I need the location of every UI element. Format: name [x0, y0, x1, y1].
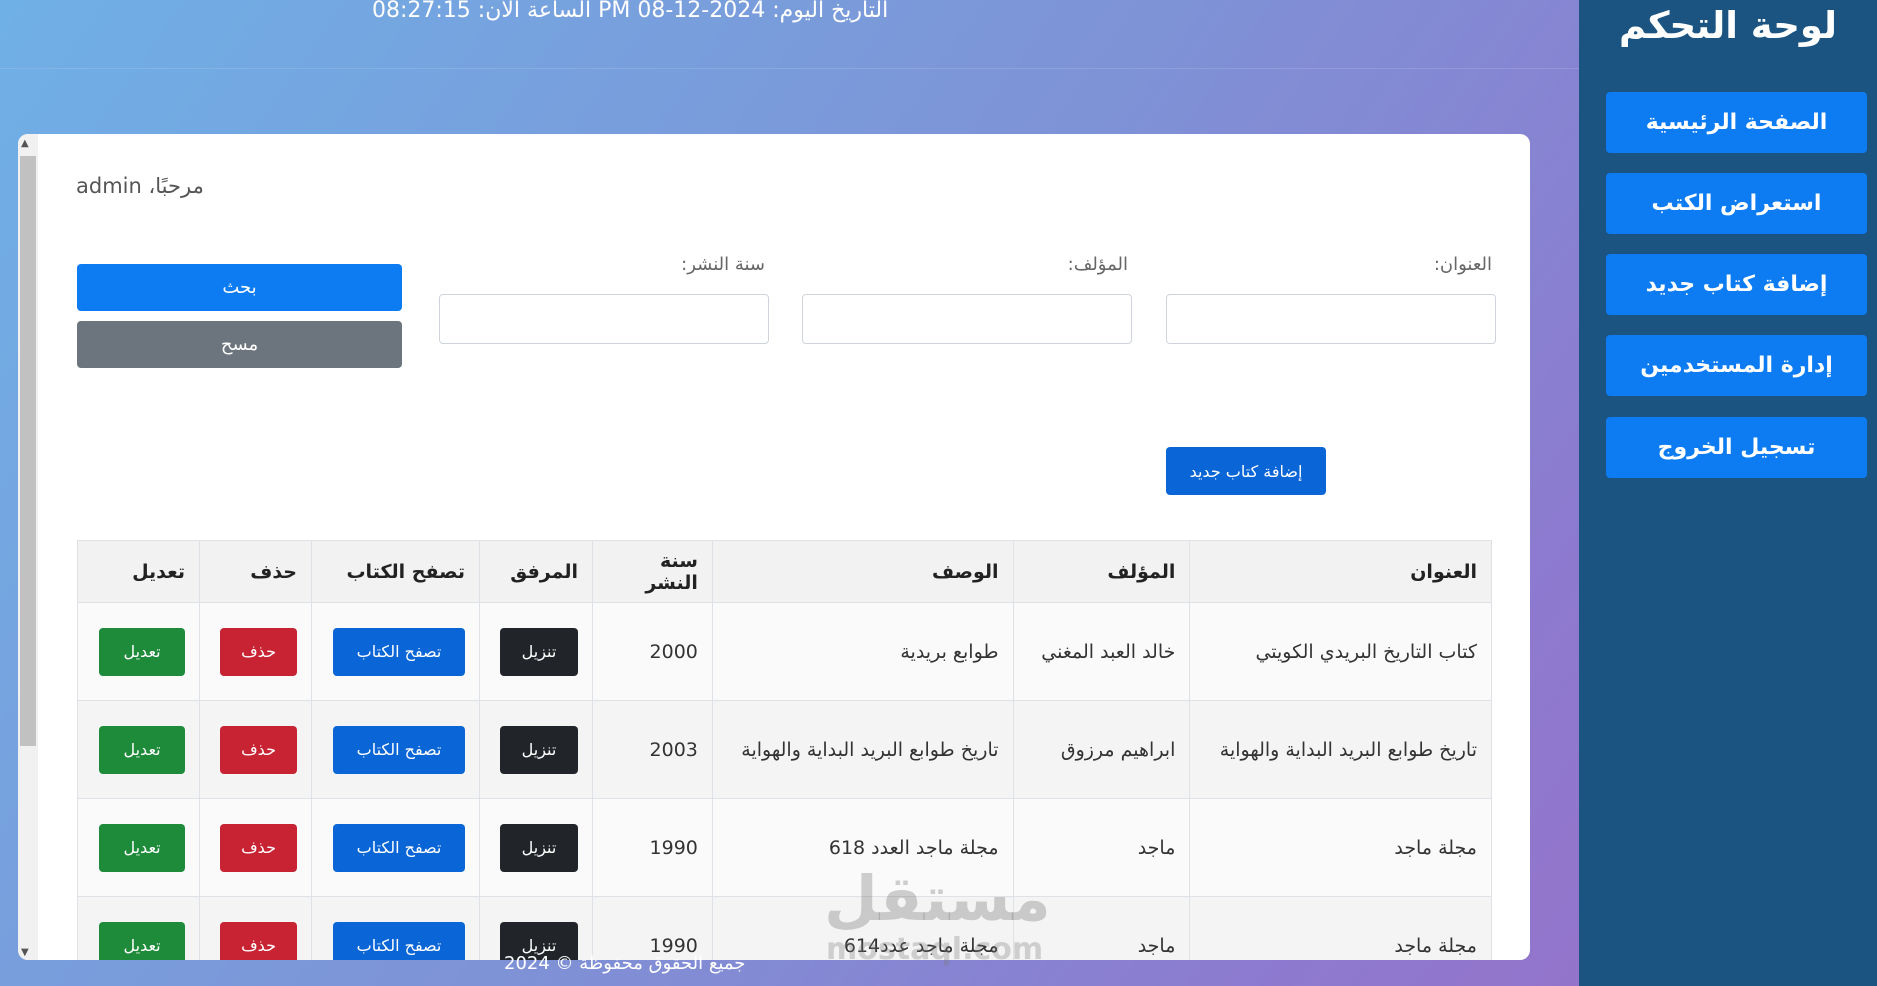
cell-delete: حذف	[199, 602, 313, 701]
cell-attachment: تنزيل	[479, 896, 593, 960]
year-input[interactable]	[439, 294, 769, 344]
edit-button[interactable]: تعديل	[99, 823, 186, 872]
main-card: ▲ ▼ مرحبًا، admin العنوان: المؤلف: سنة ا…	[18, 134, 1530, 960]
cell-delete: حذف	[199, 700, 313, 799]
header-delete: حذف	[199, 540, 313, 603]
browse-book-button[interactable]: تصفح الكتاب	[333, 725, 465, 774]
author-input[interactable]	[802, 294, 1132, 344]
cell-author: ماجد	[1012, 798, 1191, 897]
cell-attachment: تنزيل	[479, 700, 593, 799]
delete-button[interactable]: حذف	[220, 725, 298, 774]
delete-button[interactable]: حذف	[220, 627, 298, 676]
header-title: العنوان	[1189, 540, 1492, 603]
title-input[interactable]	[1166, 294, 1496, 344]
cell-description: طوابع بريدية	[711, 602, 1014, 701]
table-row: كتاب التاريخ البريدي الكويتي خالد العبد …	[76, 602, 1492, 701]
edit-button[interactable]: تعديل	[99, 627, 186, 676]
cell-browse: تصفح الكتاب	[311, 602, 480, 701]
browse-book-button[interactable]: تصفح الكتاب	[333, 823, 465, 872]
cell-edit: تعديل	[76, 798, 201, 897]
header-attachment: المرفق	[479, 540, 593, 603]
header-year: سنة النشر	[591, 540, 713, 603]
cell-title: تاريخ طوابع البريد البداية والهواية	[1189, 700, 1492, 799]
cell-edit: تعديل	[76, 602, 201, 701]
author-label: المؤلف:	[1067, 254, 1128, 275]
table-row: تاريخ طوابع البريد البداية والهواية ابرا…	[76, 700, 1492, 799]
header-edit: تعديل	[76, 540, 201, 603]
cell-year: 2000	[591, 602, 713, 701]
cell-delete: حذف	[199, 896, 313, 960]
browse-book-button[interactable]: تصفح الكتاب	[333, 627, 465, 676]
scroll-up-arrow-icon[interactable]: ▲	[21, 138, 29, 149]
cell-author: ابراهيم مرزوق	[1012, 700, 1191, 799]
search-button[interactable]: بحث	[77, 264, 402, 311]
cell-description: تاريخ طوابع البريد البداية والهواية	[711, 700, 1014, 799]
table-row: مجلة ماجد ماجد مجلة ماجد عدد614 1990 تنز…	[76, 896, 1492, 960]
cell-description: مجلة ماجد عدد614	[711, 896, 1014, 960]
edit-button[interactable]: تعديل	[99, 725, 186, 774]
scroll-down-arrow-icon[interactable]: ▼	[21, 947, 29, 958]
cell-attachment: تنزيل	[479, 602, 593, 701]
browse-book-button[interactable]: تصفح الكتاب	[333, 921, 465, 960]
download-button[interactable]: تنزيل	[499, 627, 578, 676]
cell-year: 2003	[591, 700, 713, 799]
books-table: العنوان المؤلف الوصف سنة النشر المرفق تص…	[76, 540, 1492, 960]
clear-button[interactable]: مسح	[77, 321, 402, 368]
clock-date-text: الساعة الآن: 08:27:15 PM التاريخ اليوم: …	[372, 0, 889, 23]
nav-add-book-button[interactable]: إضافة كتاب جديد	[1606, 254, 1867, 315]
table-header-row: العنوان المؤلف الوصف سنة النشر المرفق تص…	[76, 540, 1492, 603]
download-button[interactable]: تنزيل	[499, 823, 578, 872]
cell-edit: تعديل	[76, 700, 201, 799]
top-bar: الساعة الآن: 08:27:15 PM التاريخ اليوم: …	[0, 0, 1579, 69]
cell-browse: تصفح الكتاب	[311, 798, 480, 897]
cell-attachment: تنزيل	[479, 798, 593, 897]
table-row: مجلة ماجد ماجد مجلة ماجد العدد 618 1990 …	[76, 798, 1492, 897]
edit-button[interactable]: تعديل	[99, 921, 186, 960]
nav-manage-users-button[interactable]: إدارة المستخدمين	[1606, 335, 1867, 396]
cell-year: 1990	[591, 798, 713, 897]
footer-copyright: جميع الحقوق محفوظة © 2024	[504, 953, 746, 974]
sidebar: لوحة التحكم الصفحة الرئيسية استعراض الكت…	[1579, 0, 1877, 986]
cell-edit: تعديل	[76, 896, 201, 960]
title-label: العنوان:	[1433, 254, 1492, 275]
cell-browse: تصفح الكتاب	[311, 896, 480, 960]
delete-button[interactable]: حذف	[220, 823, 298, 872]
cell-author: ماجد	[1012, 896, 1191, 960]
cell-browse: تصفح الكتاب	[311, 700, 480, 799]
nav-home-button[interactable]: الصفحة الرئيسية	[1606, 92, 1867, 153]
download-button[interactable]: تنزيل	[499, 725, 578, 774]
cell-title: مجلة ماجد	[1189, 798, 1492, 897]
welcome-text: مرحبًا، admin	[76, 174, 204, 198]
cell-description: مجلة ماجد العدد 618	[711, 798, 1014, 897]
cell-author: خالد العبد المغني	[1012, 602, 1191, 701]
cell-delete: حذف	[199, 798, 313, 897]
add-book-button[interactable]: إضافة كتاب جديد	[1166, 447, 1326, 495]
cell-title: مجلة ماجد	[1189, 896, 1492, 960]
scroll-thumb[interactable]	[20, 156, 36, 746]
cell-title: كتاب التاريخ البريدي الكويتي	[1189, 602, 1492, 701]
sidebar-title: لوحة التحكم	[1619, 4, 1837, 47]
header-author: المؤلف	[1012, 540, 1191, 603]
scrollbar[interactable]: ▲ ▼	[18, 134, 38, 960]
year-label: سنة النشر:	[681, 254, 765, 275]
cell-year: 1990	[591, 896, 713, 960]
nav-logout-button[interactable]: تسجيل الخروج	[1606, 417, 1867, 478]
nav-browse-books-button[interactable]: استعراض الكتب	[1606, 173, 1867, 234]
header-description: الوصف	[711, 540, 1014, 603]
header-browse: تصفح الكتاب	[311, 540, 480, 603]
delete-button[interactable]: حذف	[220, 921, 298, 960]
